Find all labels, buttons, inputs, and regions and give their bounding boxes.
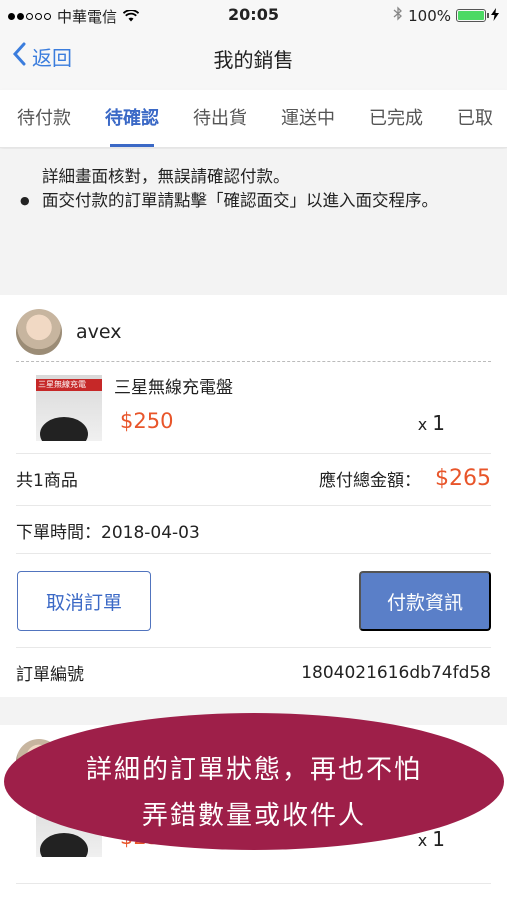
charging-icon: [491, 7, 499, 25]
product-quantity: x 1: [417, 411, 445, 435]
battery-icon: [456, 9, 489, 22]
order-card: avex 三星無線充電 三星無線充電盤 $250 x 1 共1商品 應付總金額：…: [0, 295, 507, 697]
thumbnail-caption: 三星無線充電: [36, 379, 102, 391]
notice-panel: 詳細畫面核對，無誤請確認付款。 面交付款的訂單請點擊「確認面交」以進入面交程序。: [0, 149, 507, 295]
promo-banner: 詳細的訂單狀態，再也不怕 弄錯數量或收件人: [4, 713, 504, 850]
total-amount: $265: [435, 466, 491, 491]
order-number-label: 訂單編號: [16, 665, 84, 685]
tab-shipping[interactable]: 運送中: [264, 90, 352, 147]
tab-cancelled[interactable]: 已取: [440, 90, 507, 147]
order-summary-row: [16, 883, 491, 900]
payment-info-button[interactable]: 付款資訊: [359, 571, 491, 631]
product-thumbnail: 三星無線充電: [36, 375, 102, 441]
product-name: 三星無線充電盤: [114, 378, 233, 398]
order-summary-row: 共1商品 應付總金額： $265: [16, 453, 491, 503]
order-status-tabs: 待付款 待確認 待出貨 運送中 已完成 已取: [0, 90, 507, 148]
tab-pending-payment[interactable]: 待付款: [0, 90, 88, 147]
item-count: 共1商品: [16, 471, 78, 491]
product-item[interactable]: 三星無線充電 三星無線充電盤 $250 x 1: [16, 369, 491, 449]
seller-info[interactable]: avex: [16, 309, 122, 355]
promo-line-1: 詳細的訂單狀態，再也不怕: [85, 755, 422, 785]
order-number-row: 訂單編號 1804021616db74fd58: [16, 647, 491, 697]
seller-name: avex: [76, 321, 122, 343]
tab-completed[interactable]: 已完成: [352, 90, 440, 147]
cancel-order-button[interactable]: 取消訂單: [17, 571, 151, 631]
tab-pending-shipment[interactable]: 待出貨: [176, 90, 264, 147]
bluetooth-icon: [393, 6, 403, 25]
promo-line-2: 弄錯數量或收件人: [141, 801, 366, 831]
tab-pending-confirm[interactable]: 待確認: [88, 90, 176, 147]
divider: [16, 361, 491, 362]
product-price: $250: [120, 409, 174, 433]
divider: [16, 553, 491, 554]
order-time: 下單時間：2018-04-03: [16, 523, 200, 543]
battery-group: 100%: [393, 6, 499, 25]
battery-percent: 100%: [408, 6, 451, 25]
navigation-bar: 返回 我的銷售: [0, 32, 507, 84]
status-bar: 中華電信 20:05 100%: [0, 0, 507, 32]
avatar: [16, 309, 62, 355]
notice-fragment: 詳細畫面核對，無誤請確認付款。: [42, 167, 290, 186]
notice-bullet: 面交付款的訂單請點擊「確認面交」以進入面交程序。: [20, 189, 491, 213]
page-title: 我的銷售: [213, 48, 294, 72]
order-time-row: 下單時間：2018-04-03: [16, 505, 491, 555]
total-label: 應付總金額：: [319, 471, 421, 491]
order-number: 1804021616db74fd58: [301, 662, 491, 683]
